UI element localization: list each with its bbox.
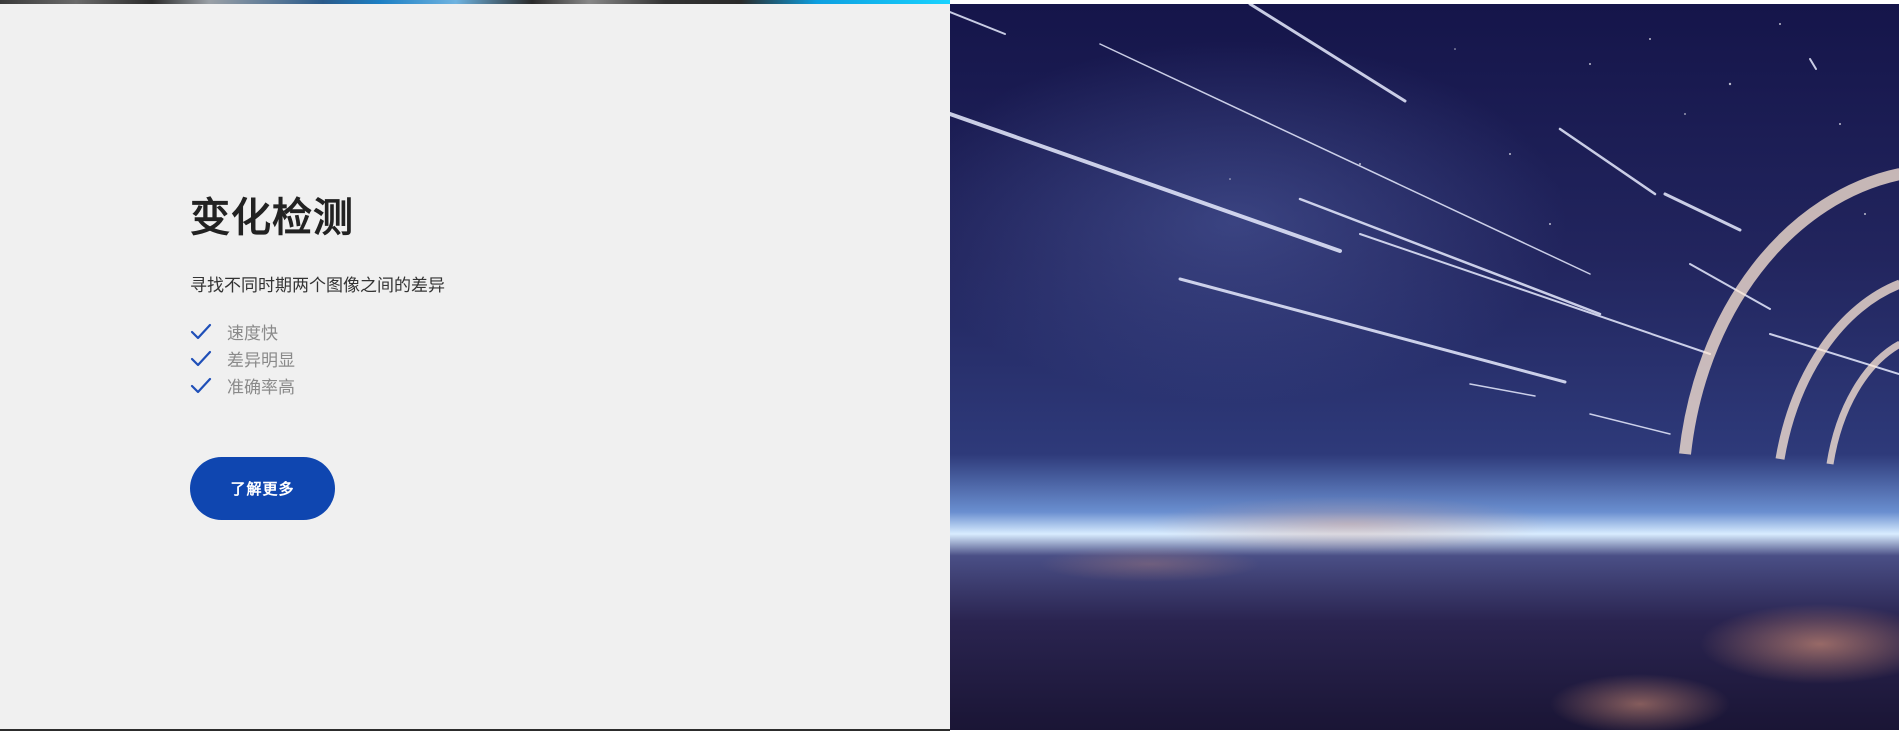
feature-panel (0, 4, 950, 730)
feature-label: 速度快 (227, 324, 278, 344)
feature-list: 速度快 差异明显 准确率高 (190, 318, 295, 399)
feature-item: 差异明显 (190, 345, 295, 372)
learn-more-button[interactable]: 了解更多 (190, 457, 335, 520)
check-icon (190, 377, 212, 393)
feature-item: 准确率高 (190, 372, 295, 399)
page: 变化检测 寻找不同时期两个图像之间的差异 速度快 差异明显 准确率高 了解更多 (0, 0, 1903, 731)
feature-item: 速度快 (190, 318, 295, 345)
feature-label: 准确率高 (227, 378, 295, 398)
feature-label: 差异明显 (227, 351, 295, 371)
check-icon (190, 323, 212, 339)
space-earth-image (950, 4, 1899, 730)
top-carousel-strip (0, 0, 950, 4)
section-subtitle: 寻找不同时期两个图像之间的差异 (190, 276, 445, 296)
check-icon (190, 350, 212, 366)
page-right-margin (1899, 0, 1903, 731)
section-title: 变化检测 (190, 195, 354, 241)
